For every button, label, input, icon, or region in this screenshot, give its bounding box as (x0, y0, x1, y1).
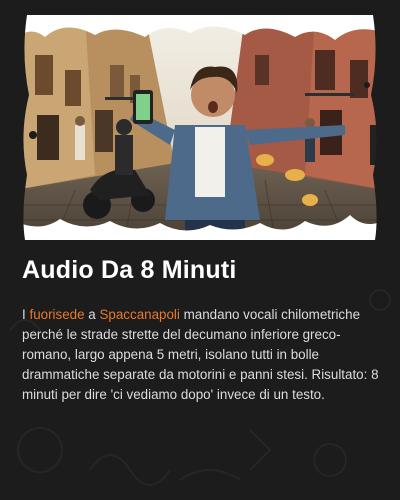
hero-image (15, 15, 385, 240)
body-lead: I (22, 307, 26, 322)
article-body: I fuorisede a Spaccanapoli mandano vocal… (22, 305, 382, 405)
body-connector: a (88, 307, 96, 322)
highlight-spaccanapoli: Spaccanapoli (99, 307, 180, 322)
article-title: Audio Da 8 Minuti (22, 256, 237, 284)
highlight-fuorisede: fuorisede (29, 307, 85, 322)
